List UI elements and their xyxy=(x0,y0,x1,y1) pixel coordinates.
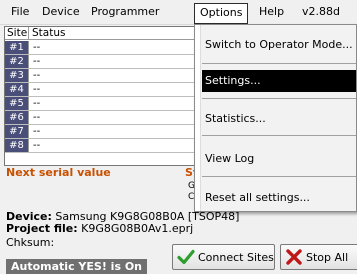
site-number-cell: #8 xyxy=(5,139,29,152)
project-value: K9G8G08B0Av1.eprj xyxy=(81,222,194,235)
menu-programmer[interactable]: Programmer xyxy=(91,5,159,18)
connect-sites-label: Connect Sites xyxy=(198,251,274,264)
site-number-cell: #2 xyxy=(5,55,29,68)
site-status-cell: -- xyxy=(33,84,41,95)
site-status-cell: -- xyxy=(33,112,41,123)
table-row[interactable]: #1 -- xyxy=(5,41,203,55)
status-column-header[interactable]: Status xyxy=(30,27,65,40)
table-row[interactable]: #7 -- xyxy=(5,125,203,139)
menu-version: v2.88d xyxy=(302,5,340,18)
table-row[interactable]: #6 -- xyxy=(5,111,203,125)
site-status-cell: -- xyxy=(33,98,41,109)
stop-all-button[interactable]: Stop All xyxy=(280,244,357,270)
switch-to-operator-mode-item[interactable]: Switch to Operator Mode... xyxy=(202,38,356,52)
menu-separator xyxy=(202,98,356,99)
table-header: Site Status xyxy=(5,27,203,40)
checkmark-icon xyxy=(177,249,195,265)
site-number-cell: #3 xyxy=(5,69,29,82)
stop-all-label: Stop All xyxy=(306,251,349,264)
site-number-cell: #7 xyxy=(5,125,29,138)
checksum-label: Chksum: xyxy=(6,236,55,249)
reset-all-settings-item[interactable]: Reset all settings... xyxy=(202,191,356,205)
table-row[interactable]: #8 -- xyxy=(5,139,203,153)
menu-device[interactable]: Device xyxy=(42,5,80,18)
site-column-header[interactable]: Site xyxy=(5,27,29,40)
sites-table: Site Status #1 -- #2 -- #3 -- #4 -- #5 -… xyxy=(4,26,204,166)
site-status-cell: -- xyxy=(33,42,41,53)
menu-separator xyxy=(202,176,356,177)
site-number-cell: #4 xyxy=(5,83,29,96)
table-row[interactable]: #3 -- xyxy=(5,69,203,83)
next-serial-label: Next serial value xyxy=(6,166,111,179)
menu-options[interactable]: Options xyxy=(194,3,249,24)
statistics-item[interactable]: Statistics... xyxy=(202,112,356,126)
site-status-cell: -- xyxy=(33,126,41,137)
menu-separator xyxy=(202,135,356,136)
table-row[interactable]: #4 -- xyxy=(5,83,203,97)
site-number-cell: #1 xyxy=(5,41,29,54)
menu-gutter xyxy=(195,25,201,211)
site-status-cell: -- xyxy=(33,70,41,81)
site-number-cell: #5 xyxy=(5,97,29,110)
settings-item[interactable]: Settings... xyxy=(202,70,356,92)
table-row[interactable]: #2 -- xyxy=(5,55,203,69)
project-label: Project file: xyxy=(6,222,78,235)
menu-separator xyxy=(202,63,356,64)
menu-file[interactable]: File xyxy=(11,5,29,18)
site-status-cell: -- xyxy=(33,56,41,67)
menu-help[interactable]: Help xyxy=(259,5,284,18)
automatic-yes-status-badge: Automatic YES! is On xyxy=(6,259,148,274)
site-number-cell: #6 xyxy=(5,111,29,124)
table-row[interactable]: #5 -- xyxy=(5,97,203,111)
connect-sites-button[interactable]: Connect Sites xyxy=(172,244,275,270)
menu-bar: File Device Programmer Options Help v2.8… xyxy=(0,0,357,25)
stop-x-icon xyxy=(286,249,302,265)
options-dropdown-menu: Switch to Operator Mode... Settings... S… xyxy=(194,24,357,212)
site-status-cell: -- xyxy=(33,140,41,151)
view-log-item[interactable]: View Log xyxy=(202,152,356,166)
project-info: Project file: K9G8G08B0Av1.eprj xyxy=(6,222,193,235)
